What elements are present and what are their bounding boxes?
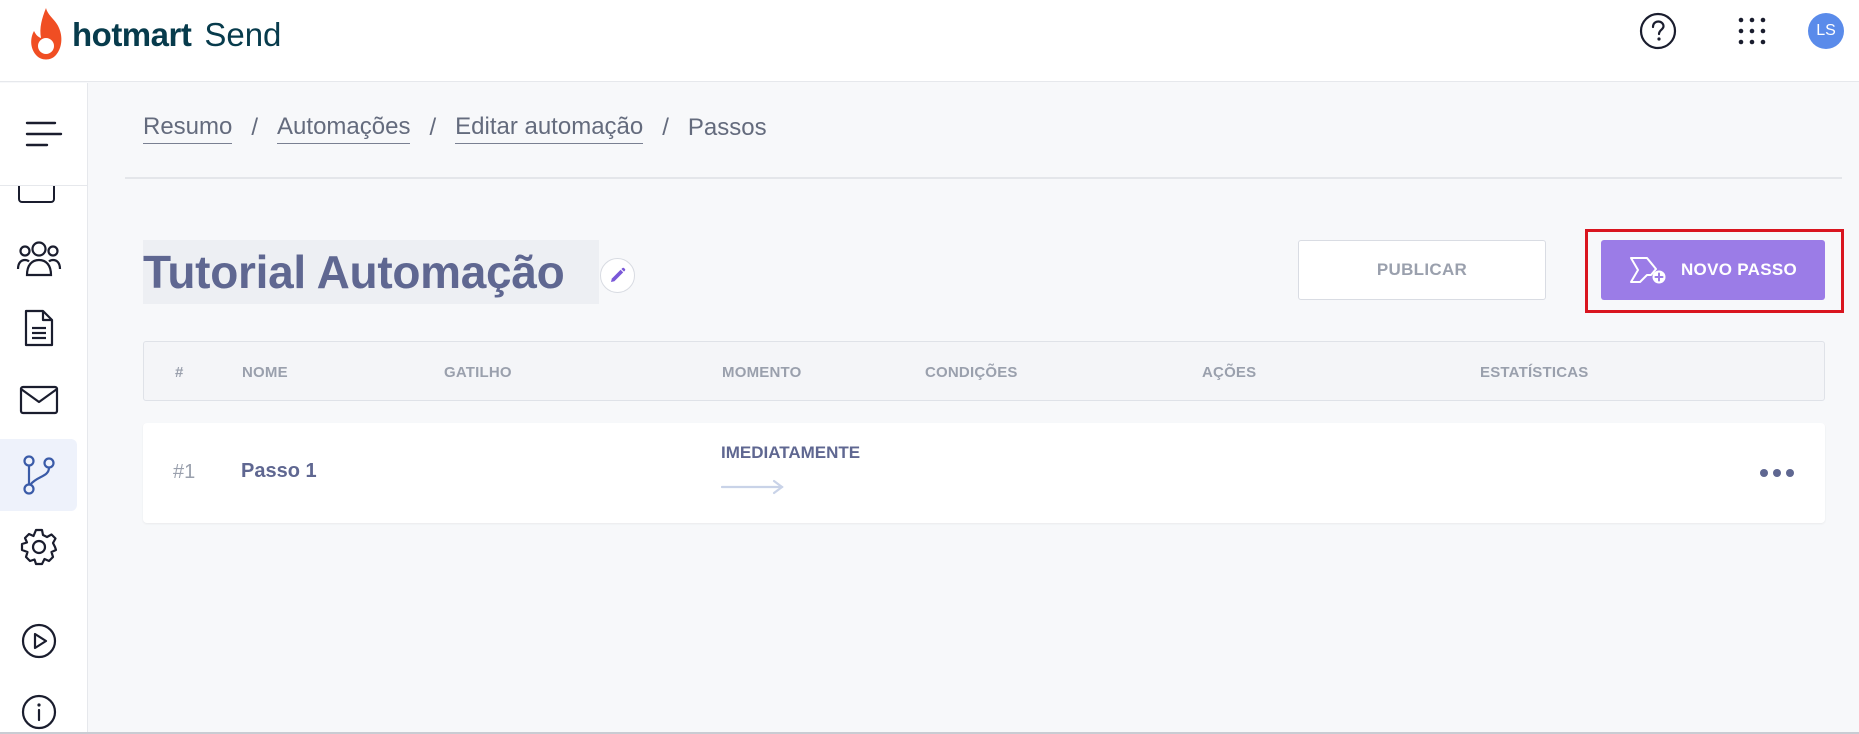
sidebar-item-automations[interactable]: [0, 439, 77, 511]
help-button[interactable]: [1639, 12, 1677, 50]
more-horizontal-icon: [1760, 469, 1794, 477]
breadcrumb-link-automacoes[interactable]: Automações: [277, 113, 411, 144]
step-number: #1: [173, 461, 196, 483]
sidebar-item-settings[interactable]: [0, 511, 77, 583]
breadcrumb-separator: /: [662, 114, 669, 141]
step-name[interactable]: Passo 1: [241, 460, 317, 483]
breadcrumb-separator: /: [429, 114, 437, 141]
breadcrumb-current: Passos: [687, 114, 767, 141]
sidebar-item-tutorials[interactable]: [0, 605, 77, 677]
column-header-conditions: CONDIÇÕES: [925, 363, 1018, 381]
play-circle-icon: [21, 623, 56, 659]
question-circle-icon: [1639, 12, 1677, 50]
flame-icon: [31, 8, 62, 60]
git-branch-icon: [22, 455, 55, 495]
sidebar-item-forms[interactable]: [0, 292, 77, 364]
breadcrumb-separator: /: [251, 114, 259, 141]
pencil-icon: [611, 267, 626, 282]
column-header-moment: MOMENTO: [722, 363, 802, 381]
new-step-label: NOVO PASSO: [1680, 260, 1798, 279]
new-step-button[interactable]: NOVO PASSO: [1601, 240, 1825, 300]
brand-logo[interactable]: hotmart Send: [26, 0, 281, 70]
menu-toggle-button[interactable]: [0, 83, 87, 186]
column-header-statistics: ESTATÍSTICAS: [1480, 363, 1589, 381]
sidebar-item-broadcasts[interactable]: [0, 364, 77, 436]
column-header-actions: AÇÕES: [1202, 363, 1257, 381]
sidebar-item-contacts[interactable]: [0, 222, 77, 294]
menu-hamburger-icon: [25, 121, 63, 147]
column-header-number: #: [175, 363, 184, 381]
apps-button[interactable]: [1733, 12, 1771, 50]
sidebar-item-info[interactable]: [0, 676, 77, 734]
document-icon: [24, 309, 53, 347]
top-header: hotmart Send LS: [0, 0, 1859, 82]
add-step-icon: [1629, 257, 1666, 284]
page-title: Tutorial Automação: [143, 246, 565, 298]
publish-button[interactable]: PUBLICAR: [1298, 240, 1546, 300]
column-header-name: NOME: [242, 363, 288, 381]
user-avatar[interactable]: LS: [1808, 13, 1844, 49]
edit-title-button[interactable]: [600, 258, 635, 293]
step-moment: IMEDIATAMENTE: [721, 443, 861, 462]
breadcrumb-link-resumo[interactable]: Resumo: [143, 113, 233, 144]
table-header: # NOME GATILHO MOMENTO CONDIÇÕES AÇÕES E…: [143, 341, 1825, 401]
sidebar: [0, 83, 88, 734]
mail-icon: [19, 385, 58, 415]
column-header-trigger: GATILHO: [444, 363, 512, 381]
grid-dots-icon: [1738, 17, 1766, 45]
arrow-right-icon: [721, 479, 784, 495]
users-icon: [16, 241, 61, 277]
breadcrumb: Resumo / Automações / Editar automação /…: [143, 110, 767, 146]
breadcrumb-link-editar[interactable]: Editar automação: [455, 113, 644, 144]
title-container: Tutorial Automação: [143, 240, 599, 304]
gear-icon: [20, 528, 57, 566]
info-circle-icon: [21, 694, 56, 730]
row-menu-button[interactable]: [1755, 455, 1799, 491]
product-name: Send: [204, 16, 282, 53]
header-divider: [125, 177, 1842, 179]
table-row[interactable]: #1 Passo 1 IMEDIATAMENTE: [143, 423, 1825, 523]
brand-name: hotmart: [72, 16, 192, 53]
